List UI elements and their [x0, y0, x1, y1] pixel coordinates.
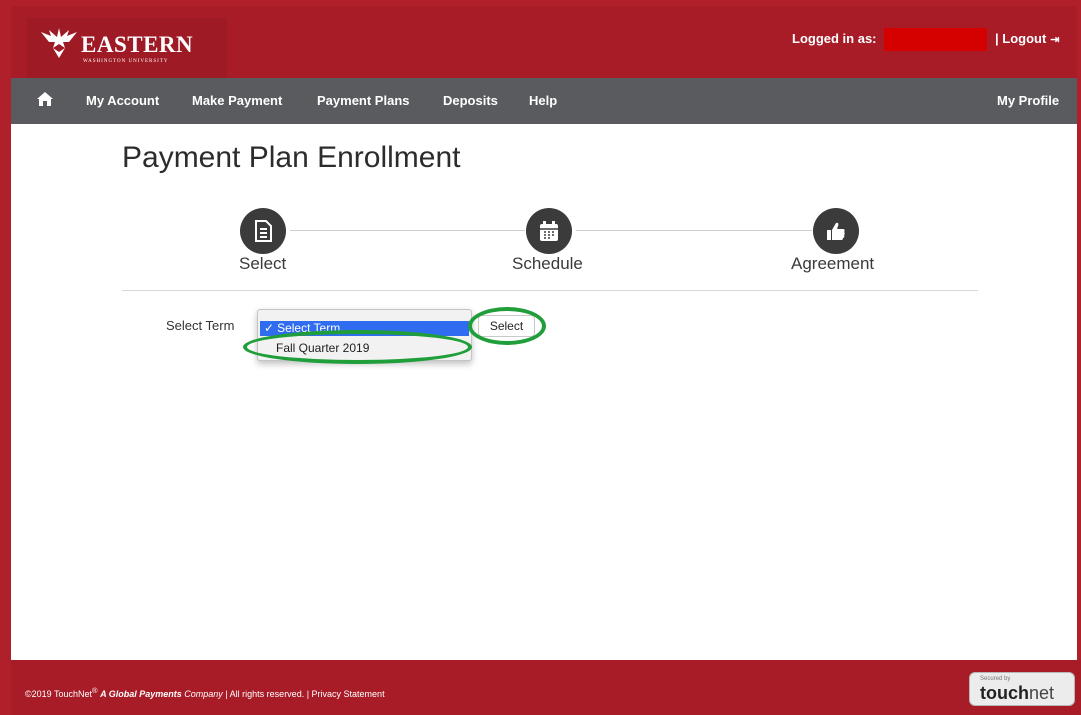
step-select-label: Select: [239, 254, 287, 273]
step-select-circle: [240, 208, 286, 254]
footer-rights: | All rights reserved. | Privacy Stateme…: [225, 689, 385, 699]
term-dropdown[interactable]: ✓ Select Term Fall Quarter 2019: [257, 309, 472, 361]
step-connector-1: [290, 230, 525, 231]
header-bar: EASTERN WASHINGTON UNIVERSITY Logged in …: [11, 6, 1077, 78]
step-connector-2: [576, 230, 812, 231]
term-option-select-term-label: Select Term: [277, 321, 341, 335]
step-schedule-circle: [526, 208, 572, 254]
nav-deposits[interactable]: Deposits: [443, 93, 498, 108]
term-option-select-term[interactable]: ✓ Select Term: [260, 321, 469, 336]
touchnet-logo: touchnet: [980, 683, 1054, 704]
footer-copyright: ©2019 TouchNet® A Global Payments Compan…: [25, 686, 385, 699]
footer-company-suffix: Company: [184, 689, 223, 699]
step-schedule-label: Schedule: [512, 254, 583, 273]
window-frame-right: [1077, 0, 1081, 715]
touchnet-badge[interactable]: Secured by touchnet: [969, 672, 1075, 706]
nav-my-account[interactable]: My Account: [86, 93, 159, 108]
section-divider: [122, 290, 978, 291]
page-title: Payment Plan Enrollment: [122, 141, 461, 174]
badge-secured-label: Secured by: [980, 676, 1011, 682]
term-option-fall-quarter-2019[interactable]: Fall Quarter 2019: [276, 341, 369, 355]
registered-mark: ®: [92, 686, 98, 695]
checkmark-icon: ✓: [264, 321, 275, 335]
home-icon[interactable]: [36, 91, 54, 107]
select-term-label: Select Term: [166, 318, 235, 333]
footer-company: A Global Payments: [100, 689, 182, 699]
select-term-button[interactable]: Select: [478, 315, 535, 337]
step-agreement-circle: [813, 208, 859, 254]
logout-label: | Logout: [995, 31, 1047, 46]
logo-title: EASTERN: [81, 32, 194, 57]
touchnet-logo-bold: touch: [980, 683, 1029, 703]
thumbs-up-icon: [827, 222, 845, 240]
sign-out-icon: ⇥: [1050, 34, 1060, 46]
step-agreement-label: Agreement: [791, 254, 875, 273]
logout-link[interactable]: | Logout ⇥: [995, 31, 1060, 46]
main-navigation: My Account Make Payment Payment Plans De…: [11, 78, 1077, 124]
calendar-icon: [540, 221, 558, 241]
touchnet-logo-light: net: [1029, 683, 1055, 703]
window-frame-left: [0, 0, 11, 715]
university-logo[interactable]: EASTERN WASHINGTON UNIVERSITY: [27, 18, 227, 78]
document-icon: [255, 220, 272, 242]
nav-help[interactable]: Help: [529, 93, 557, 108]
eagle-logo-icon: [41, 28, 77, 58]
logged-in-label: Logged in as:: [792, 31, 877, 46]
redacted-username: [884, 28, 987, 51]
logo-subtitle: WASHINGTON UNIVERSITY: [83, 59, 169, 64]
nav-my-profile[interactable]: My Profile: [997, 93, 1059, 108]
footer: ©2019 TouchNet® A Global Payments Compan…: [11, 660, 1081, 715]
nav-make-payment[interactable]: Make Payment: [192, 93, 282, 108]
footer-copyright-prefix: ©2019 TouchNet: [25, 689, 93, 699]
nav-payment-plans[interactable]: Payment Plans: [317, 93, 410, 108]
